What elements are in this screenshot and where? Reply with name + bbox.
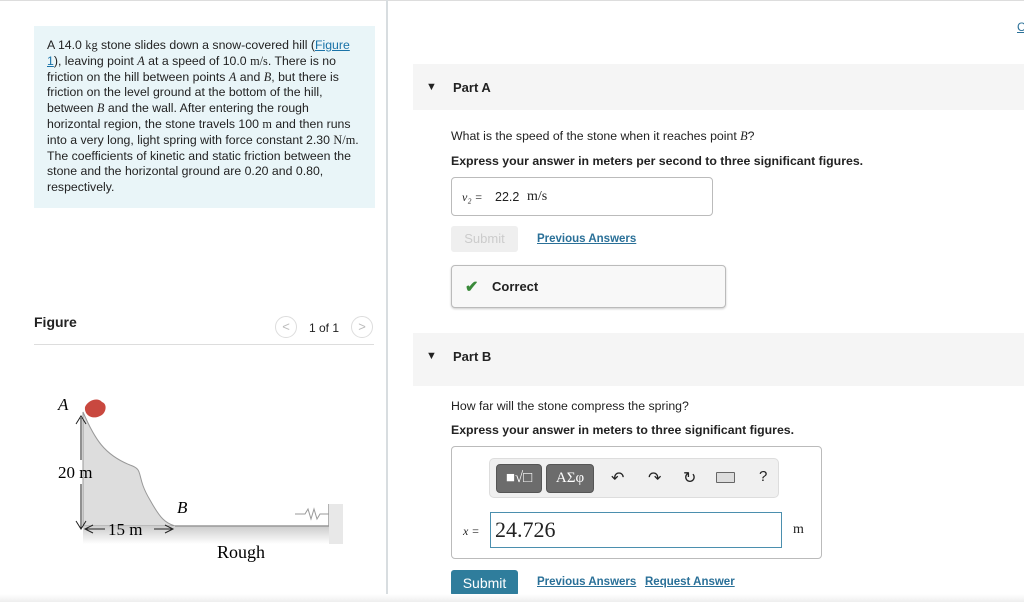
part-a-title: Part A [453,80,491,95]
part-b-question: How far will the stone compress the spri… [451,399,689,413]
collapse-triangle-icon[interactable]: ▼ [426,350,437,362]
figure-title: Figure [34,314,77,330]
symbols-button[interactable]: ΑΣφ [546,464,594,493]
reset-icon[interactable]: ↻ [683,468,696,488]
part-b-header[interactable] [413,333,1024,386]
part-a-instruction: Express your answer in meters per second… [451,154,864,168]
part-b-title: Part B [453,349,492,364]
next-figure-button[interactable]: > [351,316,373,338]
label-rough: Rough [217,542,265,562]
stone [84,399,106,418]
label-B: B [177,498,188,517]
math-toolbar: ■√□ ΑΣφ ↶ ↷ ↻ ? [489,458,779,498]
templates-button[interactable]: ■√□ [496,464,542,493]
divider [34,344,374,345]
part-a-question: What is the speed of the stone when it r… [451,129,755,143]
hill-shape [82,411,176,527]
corner-link[interactable]: C [1017,20,1024,34]
correct-feedback: ✔ Correct [451,265,726,308]
check-icon: ✔ [465,279,479,296]
part-a-header[interactable] [413,64,1024,110]
part-a-submit-button[interactable]: Submit [451,226,518,252]
keyboard-icon[interactable] [716,472,735,483]
top-border [0,0,1024,1]
prev-figure-button[interactable]: < [275,316,297,338]
undo-icon[interactable]: ↶ [611,468,624,488]
problem-statement: A 14.0 kg stone slides down a snow-cover… [34,26,375,208]
answer-label: x = [463,524,480,538]
part-b-answer-input[interactable]: 24.726 [490,512,782,548]
answer-unit: m [793,522,804,537]
part-b-previous-answers-link[interactable]: Previous Answers [537,576,636,588]
collapse-triangle-icon[interactable]: ▼ [426,81,437,93]
part-b-instruction: Express your answer in meters to three s… [451,423,795,437]
part-a-previous-answers-link[interactable]: Previous Answers [537,233,636,245]
help-button[interactable]: ? [759,468,767,485]
request-answer-link[interactable]: Request Answer [645,576,735,588]
part-a-answer: v₂ = 22.2 m/s [451,177,713,216]
label-A: A [57,395,69,414]
bottom-fade [0,594,1024,602]
wall-shadow [329,504,343,544]
part-b-submit-button[interactable]: Submit [451,570,518,596]
redo-icon[interactable]: ↷ [648,468,661,488]
hill-figure: A 20 m B 15 m Rough [57,395,343,562]
figure-pager: 1 of 1 [309,321,340,335]
panel-divider[interactable] [386,0,388,602]
label-height: 20 m [58,463,92,482]
spring [295,507,329,521]
label-width: 15 m [108,520,142,539]
